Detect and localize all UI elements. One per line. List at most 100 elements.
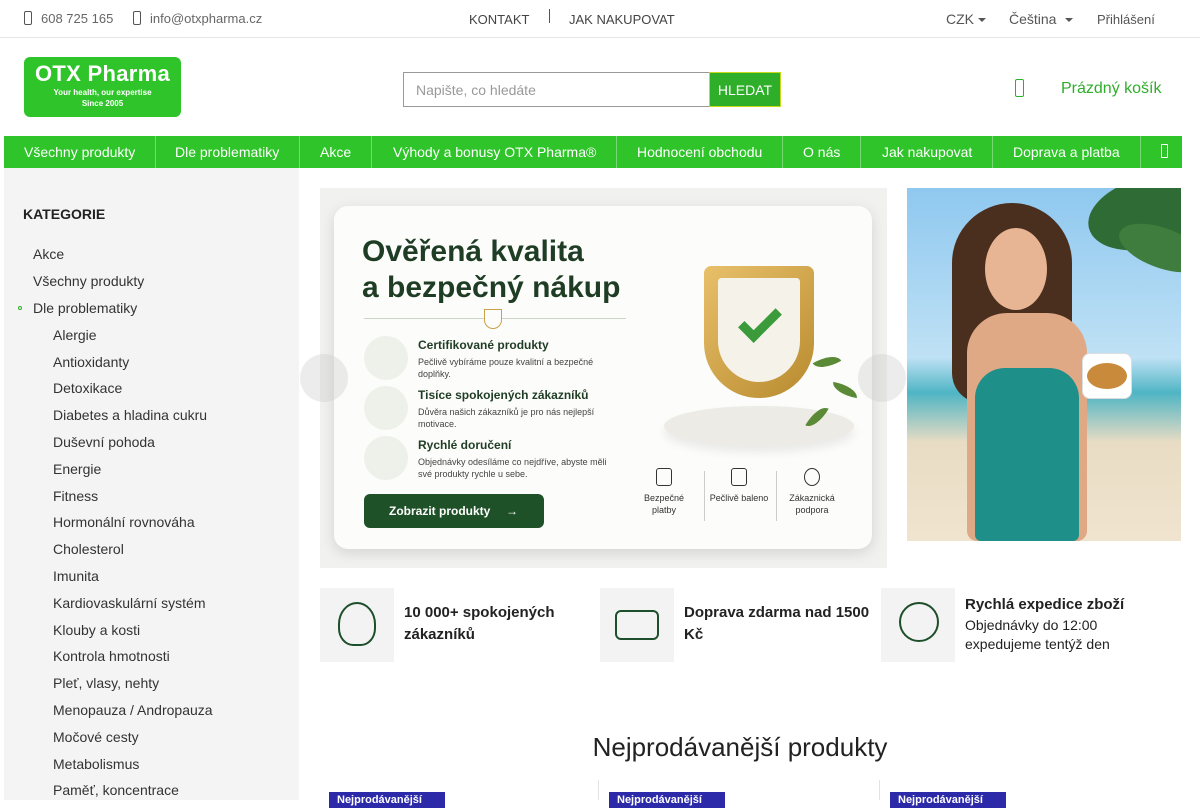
footer-packed: Pečlivě baleno <box>707 468 771 504</box>
nav-how-to-buy[interactable]: Jak nakupovat <box>862 136 994 168</box>
category-sidebar: KATEGORIE Akce Všechny produkty Dle prob… <box>4 168 299 800</box>
currency-select[interactable]: CZK <box>946 11 986 27</box>
phone-number: 608 725 165 <box>41 11 114 26</box>
truck-icon <box>364 436 408 480</box>
model-swimsuit <box>975 368 1079 541</box>
main-nav: Všechny produkty Dle problematiky Akce V… <box>4 136 1182 168</box>
slider-next-button[interactable] <box>858 354 906 402</box>
sidebar-item-klouby[interactable]: Klouby a kosti <box>53 622 140 638</box>
login-link[interactable]: Přihlášení <box>1097 12 1155 27</box>
currency-value: CZK <box>946 11 974 27</box>
nav-all-products[interactable]: Všechny produkty <box>4 136 157 168</box>
bestseller-badge: Nejprodávanější <box>329 792 445 808</box>
sidebar-item-energie[interactable]: Energie <box>53 461 101 477</box>
banner-headline-line1: Ověřená kvalita <box>362 235 584 268</box>
nav-by-problem[interactable]: Dle problematiky <box>155 136 301 168</box>
sidebar-item-kardio[interactable]: Kardiovaskulární systém <box>53 595 206 611</box>
cart-link[interactable]: Prázdný košík <box>1061 80 1161 98</box>
sidebar-item-imunita[interactable]: Imunita <box>53 568 99 584</box>
sidebar-item-detoxikace[interactable]: Detoxikace <box>53 380 122 396</box>
usp-desc: Objednávky do 12:00 expedujeme tentýž de… <box>965 617 1110 652</box>
logo-since: Since 2005 <box>81 99 124 108</box>
clock-glyph <box>899 602 939 642</box>
nav-shop-reviews[interactable]: Hodnocení obchodu <box>617 136 784 168</box>
sidebar-item-by-problem[interactable]: Dle problematiky <box>33 300 137 316</box>
shield-inner <box>718 278 800 382</box>
sidebar-item-antioxidanty[interactable]: Antioxidanty <box>53 354 129 370</box>
sidebar-item-diabetes[interactable]: Diabetes a hladina cukru <box>53 407 207 423</box>
usp-free-shipping: Doprava zdarma nad 1500 Kč <box>600 588 870 662</box>
language-value: Čeština <box>1009 11 1057 27</box>
award-icon <box>320 588 394 662</box>
logo-name: OTX Pharma <box>34 61 171 86</box>
logo-tagline: Your health, our expertise <box>53 88 152 97</box>
site-logo[interactable]: OTX Pharma Your health, our expertise Si… <box>24 57 181 117</box>
kontakt-link[interactable]: KONTAKT <box>469 12 529 27</box>
product-divider <box>598 780 599 800</box>
sidebar-item-alergie[interactable]: Alergie <box>53 327 97 343</box>
sidebar-item-akce[interactable]: Akce <box>33 246 64 262</box>
sidebar-item-mocove-cesty[interactable]: Močové cesty <box>53 729 139 745</box>
certificate-icon <box>364 336 408 380</box>
footer-label: Bezpečné platby <box>643 493 685 515</box>
footer-separator <box>776 471 777 521</box>
show-products-button[interactable]: Zobrazit produkty → <box>364 494 544 528</box>
sidebar-item-hormonal[interactable]: Hormonální rovnováha <box>53 514 195 530</box>
search-input[interactable] <box>403 72 709 107</box>
footer-secure-payments: Bezpečné platby <box>632 468 696 516</box>
footer-support: Zákaznická podpora <box>780 468 844 516</box>
sidebar-item-cholesterol[interactable]: Cholesterol <box>53 541 124 557</box>
truck-glyph <box>615 610 659 640</box>
footer-label: Zákaznická podpora <box>789 493 835 515</box>
usp-customers: 10 000+ spokojených zákazníků <box>320 588 590 662</box>
jak-nakupovat-link[interactable]: JAK NAKUPOVAT <box>569 12 675 27</box>
product-divider <box>879 780 880 800</box>
sidebar-item-plet[interactable]: Pleť, vlasy, nehty <box>53 675 159 691</box>
sidebar-item-menopauza[interactable]: Menopauza / Andropauza <box>53 702 213 718</box>
sidebar-item-all-products[interactable]: Všechny produkty <box>33 273 144 289</box>
leaf-decoration <box>812 350 842 374</box>
product-jar-label <box>1087 363 1127 389</box>
footer-separator <box>704 471 705 521</box>
sidebar-item-fitness[interactable]: Fitness <box>53 488 98 504</box>
bestsellers-title: Nejprodávanější produkty <box>592 732 888 762</box>
menu-icon[interactable] <box>1161 144 1168 158</box>
footer-label: Pečlivě baleno <box>709 493 769 503</box>
sidebar-item-hmotnost[interactable]: Kontrola hmotnosti <box>53 648 170 664</box>
phone-icon <box>24 11 32 25</box>
lock-icon <box>656 468 672 486</box>
slider-prev-button[interactable] <box>300 354 348 402</box>
email-contact[interactable]: info@otxpharma.cz <box>133 11 262 26</box>
sidebar-heading: KATEGORIE <box>23 206 106 222</box>
phone-contact[interactable]: 608 725 165 <box>24 11 113 26</box>
bestseller-badge: Nejprodávanější <box>890 792 1006 808</box>
email-address: info@otxpharma.cz <box>150 11 263 26</box>
language-select[interactable]: Čeština <box>1009 11 1074 27</box>
banner-headline-line2: a bezpečný nákup <box>362 271 621 304</box>
box-icon <box>731 468 747 486</box>
promo-banner[interactable]: Ověřená kvalita a bezpečný nákup Certifik… <box>320 188 887 568</box>
side-promo-image[interactable] <box>907 188 1181 541</box>
sidebar-item-pamet[interactable]: Paměť, koncentrace <box>53 782 179 798</box>
feature-desc: Důvěra našich zákazníků je pro nás nejle… <box>418 407 595 429</box>
check-icon <box>738 299 782 343</box>
nav-sale[interactable]: Akce <box>300 136 373 168</box>
usp-title: Rychlá expedice zboží <box>965 596 1125 613</box>
headset-icon <box>804 468 820 486</box>
search-button[interactable]: HLEDAT <box>709 72 781 107</box>
people-icon <box>364 386 408 430</box>
banner-headline: Ověřená kvalita a bezpečný nákup <box>362 234 620 306</box>
nav-benefits[interactable]: Výhody a bonusy OTX Pharma® <box>373 136 618 168</box>
chevron-down-icon <box>978 18 986 23</box>
arrow-right-icon: → <box>506 504 518 518</box>
delivery-truck-icon <box>600 588 674 662</box>
nav-about[interactable]: O nás <box>783 136 862 168</box>
sidebar-item-dusevni-pohoda[interactable]: Duševní pohoda <box>53 434 155 450</box>
shield-check-icon <box>704 266 814 398</box>
sidebar-item-metabolismus[interactable]: Metabolismus <box>53 756 139 772</box>
nav-shipping-payment[interactable]: Doprava a platba <box>993 136 1141 168</box>
cart-icon[interactable] <box>1015 79 1024 97</box>
feature-title: Certifikované produkty <box>418 338 549 352</box>
usp-fast-dispatch: Rychlá expedice zboží Objednávky do 12:0… <box>881 588 1181 662</box>
usp-title: 10 000+ spokojených zákazníků <box>404 604 555 643</box>
